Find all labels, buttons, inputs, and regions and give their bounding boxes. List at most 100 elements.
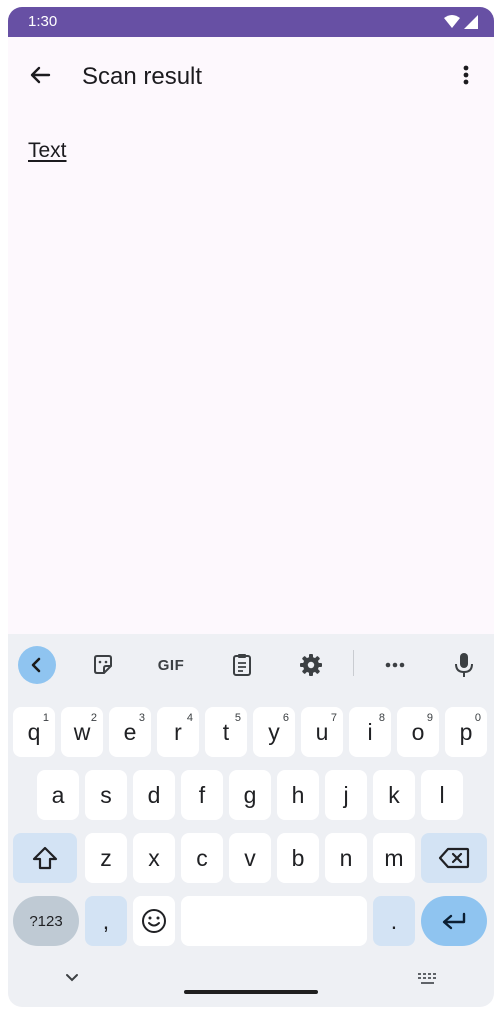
- key-number-hint: 1: [42, 712, 49, 724]
- symbols-key[interactable]: ?123: [13, 896, 79, 946]
- gesture-navigation-bar[interactable]: [184, 990, 318, 994]
- gear-icon: [300, 654, 322, 676]
- key-number-hint: 9: [426, 712, 433, 724]
- key-label: a: [51, 781, 65, 808]
- scan-result-text[interactable]: Text: [28, 139, 67, 163]
- period-key[interactable]: .: [373, 896, 415, 946]
- key-number-hint: 6: [282, 712, 289, 724]
- letter-key[interactable]: a: [37, 770, 79, 820]
- back-button[interactable]: [24, 59, 56, 91]
- key-number-hint: 4: [186, 712, 193, 724]
- letter-key[interactable]: c: [181, 833, 223, 883]
- letter-key[interactable]: y6: [253, 707, 295, 757]
- letter-key[interactable]: o9: [397, 707, 439, 757]
- keyboard-icon: [418, 973, 436, 984]
- soft-keyboard: GIF q 1 w 2 e 3 r 4 t 5 y 6 u 7 i 8 o 9 …: [8, 634, 494, 1007]
- letter-key[interactable]: x: [133, 833, 175, 883]
- key-label: b: [291, 844, 305, 871]
- letter-key[interactable]: r4: [157, 707, 199, 757]
- wifi-signal-icon: [444, 15, 478, 29]
- shift-key[interactable]: [13, 833, 77, 883]
- letter-key[interactable]: g: [229, 770, 271, 820]
- letter-key[interactable]: v: [229, 833, 271, 883]
- letter-key[interactable]: f: [181, 770, 223, 820]
- status-time: 1:30: [28, 13, 58, 30]
- letter-key[interactable]: m: [373, 833, 415, 883]
- key-label: k: [388, 781, 400, 808]
- key-number-hint: 2: [90, 712, 97, 724]
- key-label: q: [27, 718, 41, 745]
- key-label: z: [100, 844, 112, 871]
- keyboard-collapse-toolbar-button[interactable]: [18, 646, 56, 684]
- key-number-hint: 7: [330, 712, 337, 724]
- arrow-back-icon: [30, 66, 51, 84]
- gif-label: GIF: [157, 656, 185, 674]
- sticker-icon: [94, 655, 112, 674]
- key-label: g: [243, 781, 257, 808]
- more-vert-icon: [463, 65, 469, 85]
- page-title: Scan result: [82, 63, 203, 90]
- backspace-icon: [438, 847, 470, 869]
- more-horiz-icon: [385, 662, 405, 668]
- gif-button[interactable]: GIF: [152, 646, 190, 684]
- letter-key[interactable]: t5: [205, 707, 247, 757]
- letter-key[interactable]: p0: [445, 707, 487, 757]
- key-number-hint: 3: [138, 712, 145, 724]
- key-label: s: [100, 781, 112, 808]
- key-label: p: [459, 718, 473, 745]
- letter-key[interactable]: h: [277, 770, 319, 820]
- comma-key[interactable]: ,: [85, 896, 127, 946]
- letter-key[interactable]: e3: [109, 707, 151, 757]
- letter-key[interactable]: j: [325, 770, 367, 820]
- key-label: m: [384, 844, 404, 871]
- chevron-left-icon: [31, 657, 41, 673]
- key-number-hint: 8: [378, 712, 385, 724]
- letter-key[interactable]: s: [85, 770, 127, 820]
- clipboard-button[interactable]: [223, 646, 261, 684]
- keyboard-settings-button[interactable]: [292, 646, 330, 684]
- microphone-icon: [455, 653, 473, 677]
- key-label: f: [198, 781, 206, 808]
- enter-arrow-icon: [442, 912, 466, 930]
- letter-key[interactable]: u7: [301, 707, 343, 757]
- key-number-hint: 0: [474, 712, 481, 724]
- key-label: w: [73, 718, 91, 745]
- key-label: t: [222, 718, 230, 745]
- letter-key[interactable]: z: [85, 833, 127, 883]
- hide-keyboard-button[interactable]: [64, 970, 80, 988]
- voice-input-button[interactable]: [445, 646, 483, 684]
- letter-key[interactable]: i8: [349, 707, 391, 757]
- key-number-hint: 5: [234, 712, 241, 724]
- letter-key[interactable]: k: [373, 770, 415, 820]
- letter-key[interactable]: n: [325, 833, 367, 883]
- keyboard-switcher-button[interactable]: [416, 972, 440, 991]
- sticker-button[interactable]: [84, 646, 122, 684]
- enter-key[interactable]: [421, 896, 487, 946]
- key-label: r: [174, 718, 182, 745]
- key-label: i: [367, 718, 373, 745]
- emoji-icon: [142, 909, 166, 933]
- toolbar-divider: [353, 650, 354, 676]
- key-label: c: [196, 844, 208, 871]
- letter-key[interactable]: b: [277, 833, 319, 883]
- more-options-button[interactable]: [450, 59, 482, 91]
- key-label: u: [315, 718, 329, 745]
- key-label: d: [147, 781, 161, 808]
- phone-screen: 1:30 Scan result Text GIF q 1 w 2 e 3 r …: [8, 7, 494, 1007]
- key-label: j: [343, 781, 349, 808]
- key-label: o: [411, 718, 425, 745]
- space-key[interactable]: [181, 896, 367, 946]
- chevron-down-icon: [66, 974, 78, 982]
- status-icons: [442, 14, 482, 35]
- letter-key[interactable]: q1: [13, 707, 55, 757]
- key-label: l: [439, 781, 445, 808]
- letter-key[interactable]: l: [421, 770, 463, 820]
- emoji-key[interactable]: [133, 896, 175, 946]
- key-label: h: [291, 781, 305, 808]
- key-label: v: [244, 844, 256, 871]
- letter-key[interactable]: d: [133, 770, 175, 820]
- more-tools-button[interactable]: [376, 646, 414, 684]
- backspace-key[interactable]: [421, 833, 487, 883]
- letter-key[interactable]: w2: [61, 707, 103, 757]
- clipboard-icon: [233, 654, 251, 676]
